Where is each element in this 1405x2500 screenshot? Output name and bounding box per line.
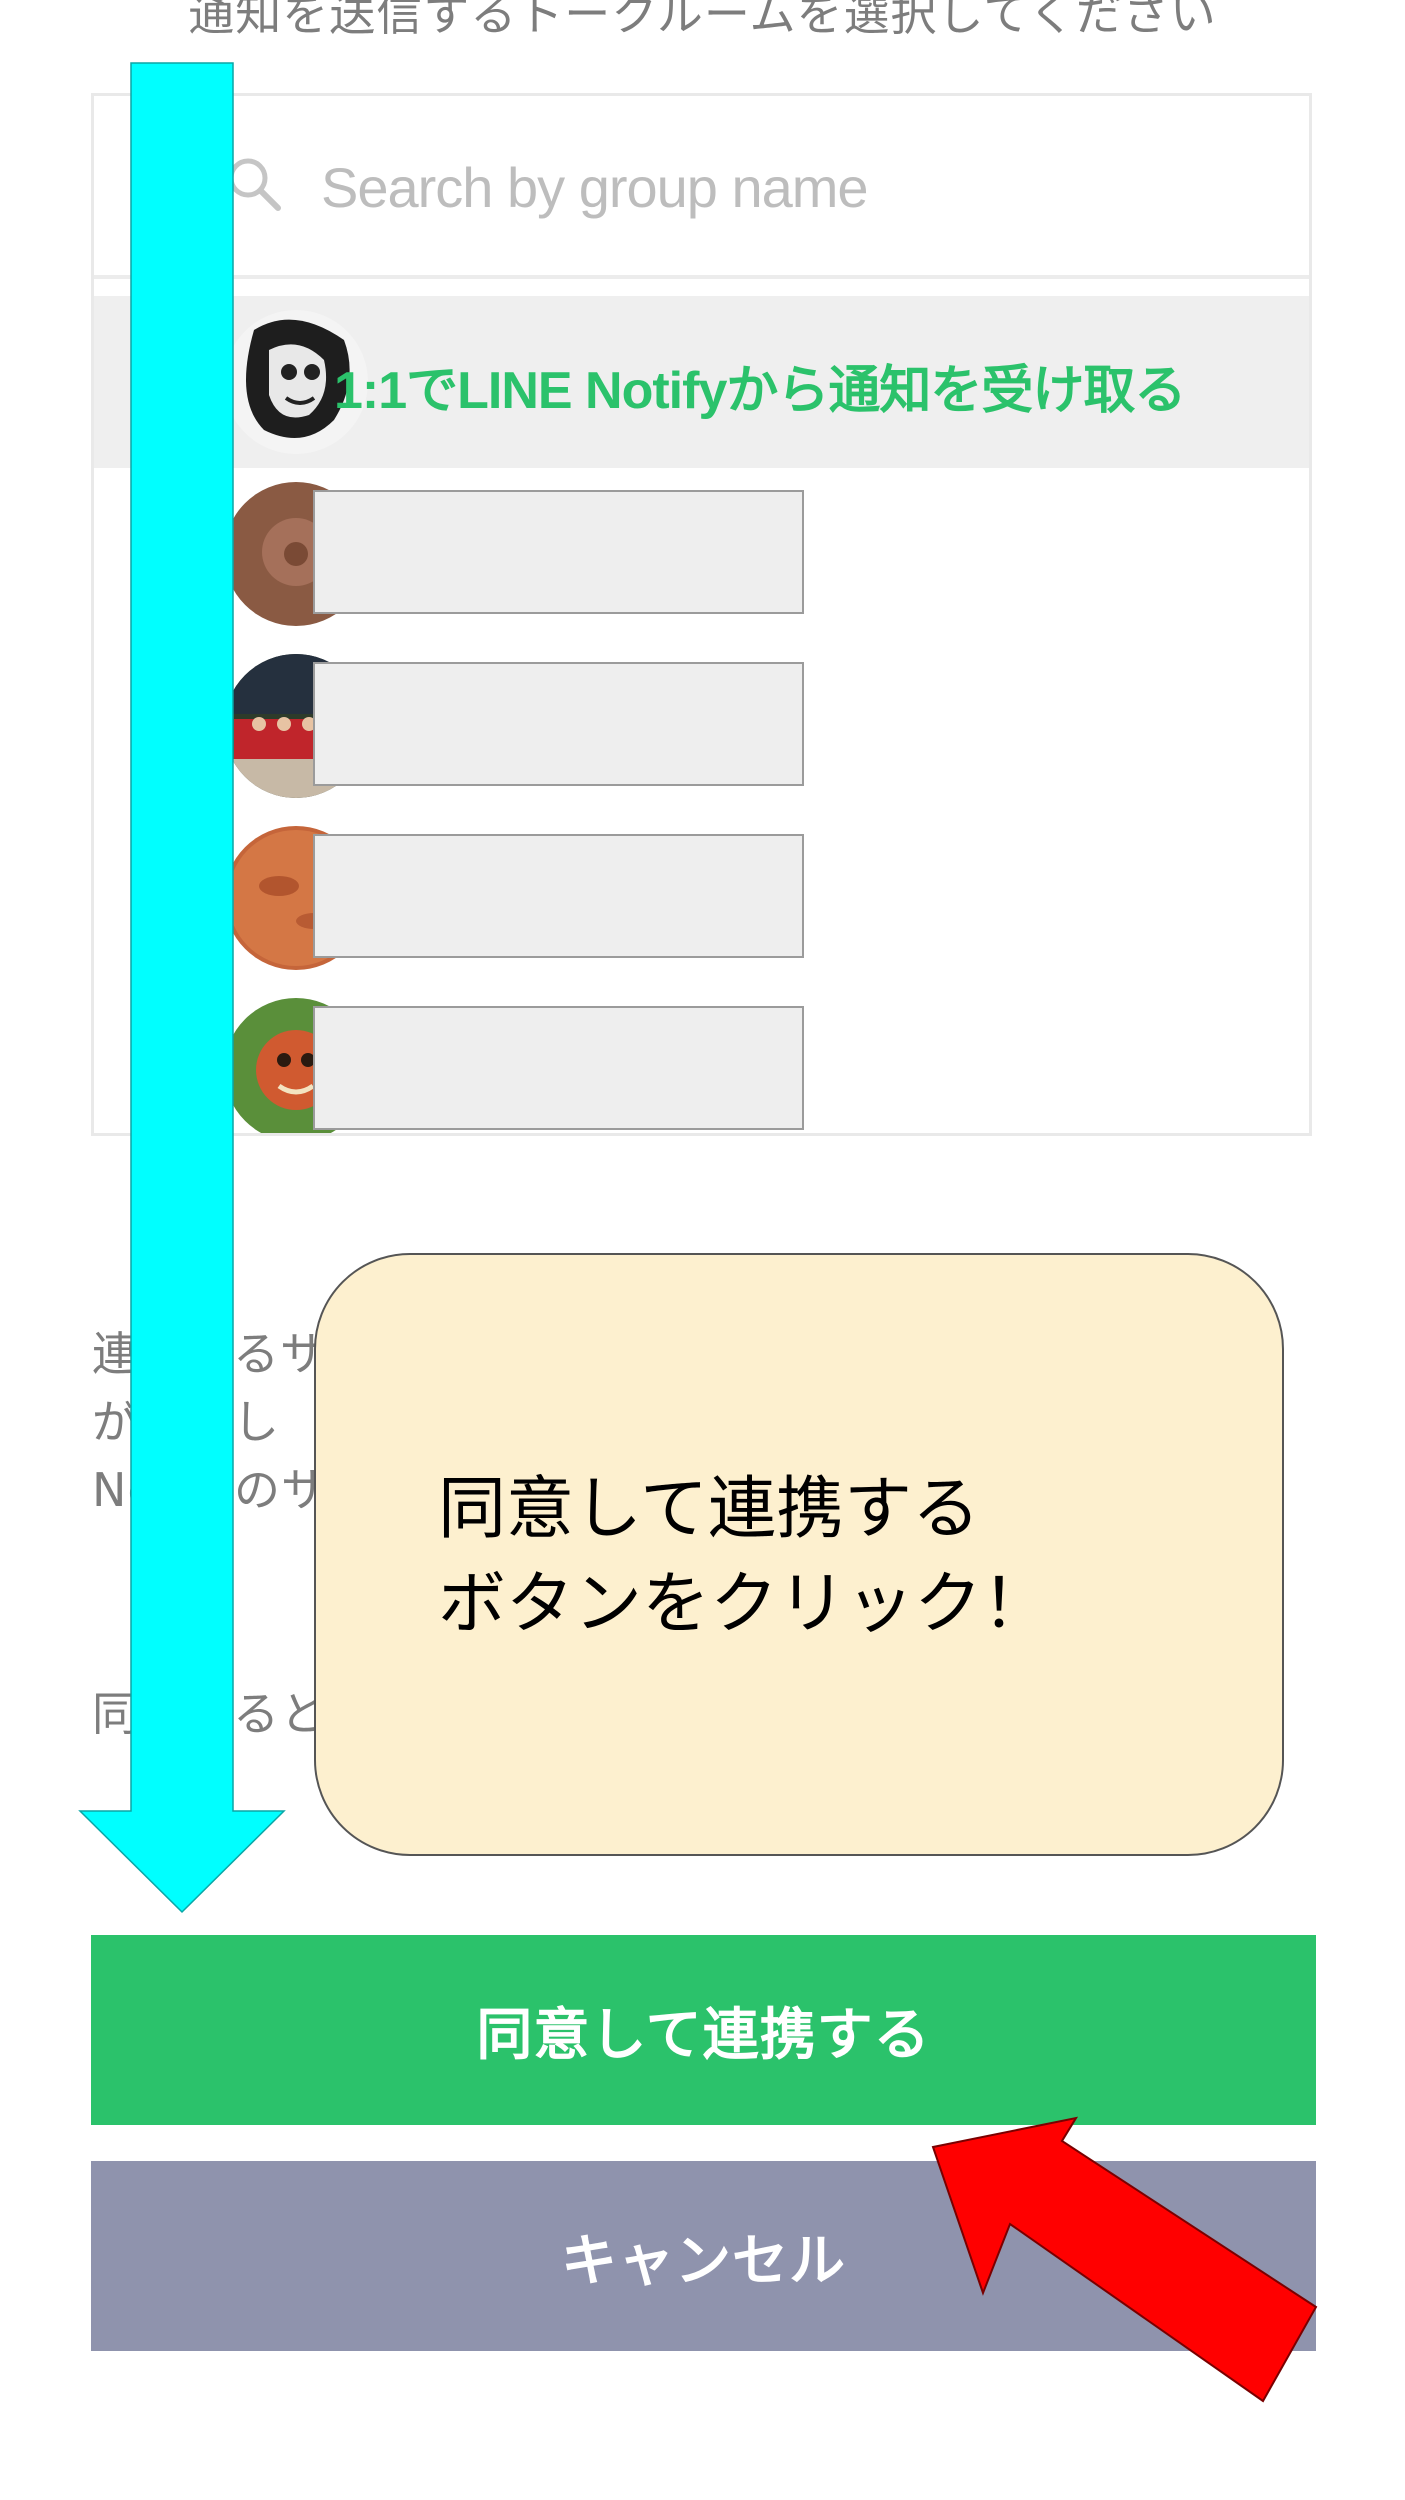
redacted-group-name xyxy=(313,834,804,958)
room-item-group-4[interactable] xyxy=(94,984,1309,1133)
search-bar xyxy=(94,96,1309,279)
room-item-group-1[interactable] xyxy=(94,468,1309,640)
room-item-group-2[interactable] xyxy=(94,640,1309,812)
agree-and-connect-button[interactable]: 同意して連携する xyxy=(91,1935,1316,2125)
callout-text: 同意して連携する ボタンをクリック！ xyxy=(438,1470,1051,1644)
page-instruction: 通知を送信するトークルームを選択してください xyxy=(188,0,1217,41)
room-label-one-on-one: 1:1でLINE Notifyから通知を受け取る xyxy=(334,362,1186,420)
redacted-group-name xyxy=(313,662,804,786)
redacted-group-name xyxy=(313,490,804,614)
cancel-button[interactable]: キャンセル xyxy=(91,2161,1316,2351)
annotation-callout: 同意して連携する ボタンをクリック！ xyxy=(314,1253,1284,1856)
redacted-group-name xyxy=(313,1006,804,1130)
search-icon xyxy=(228,158,281,211)
group-search-input[interactable] xyxy=(319,136,1223,238)
room-item-one-on-one[interactable]: 1:1でLINE Notifyから通知を受け取る xyxy=(94,296,1309,468)
room-item-group-3[interactable] xyxy=(94,812,1309,984)
talk-room-panel: 1:1でLINE Notifyから通知を受け取る xyxy=(91,93,1312,1136)
